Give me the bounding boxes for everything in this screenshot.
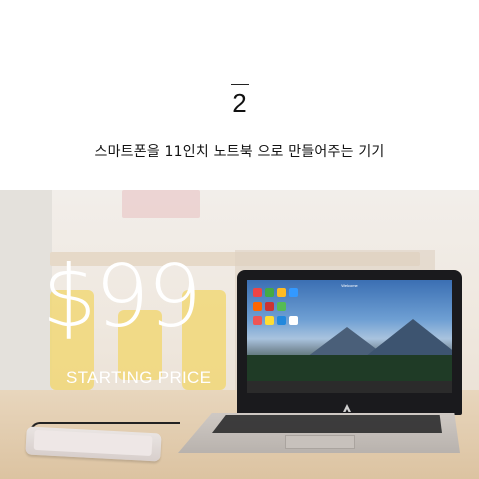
wallpaper-mountain <box>365 319 452 357</box>
app-icon <box>277 316 286 325</box>
section-subtitle: 스마트폰을 11인치 노트북 으로 만들어주는 기기 <box>94 144 385 160</box>
app-icon <box>277 302 286 311</box>
app-icon <box>289 316 298 325</box>
app-icon <box>253 302 262 311</box>
app-icon <box>253 288 262 297</box>
app-icon <box>253 316 262 325</box>
number-rule-divider <box>231 84 249 85</box>
laptop-keyboard <box>212 415 442 433</box>
product-photo: $99 STARTING PRICE Welcome <box>0 190 479 479</box>
section-number: 2 <box>232 88 247 118</box>
background-picture <box>122 190 200 218</box>
triangle-logo-icon <box>342 398 352 412</box>
app-icon <box>265 288 274 297</box>
header-section: 2 스마트폰을 11인치 노트북 으로 만들어주는 기기 <box>0 0 479 190</box>
laptop-touchpad <box>285 435 355 449</box>
wallpaper-trees <box>247 355 452 381</box>
app-icon <box>265 302 274 311</box>
app-icon <box>289 288 298 297</box>
app-icon <box>265 316 274 325</box>
price-caption: STARTING PRICE <box>66 368 212 387</box>
laptop-screen: Welcome <box>247 280 452 393</box>
screen-taskbar <box>247 381 452 393</box>
price-heading: $99 <box>42 247 202 347</box>
phone-screen <box>33 429 153 457</box>
app-icon <box>277 288 286 297</box>
